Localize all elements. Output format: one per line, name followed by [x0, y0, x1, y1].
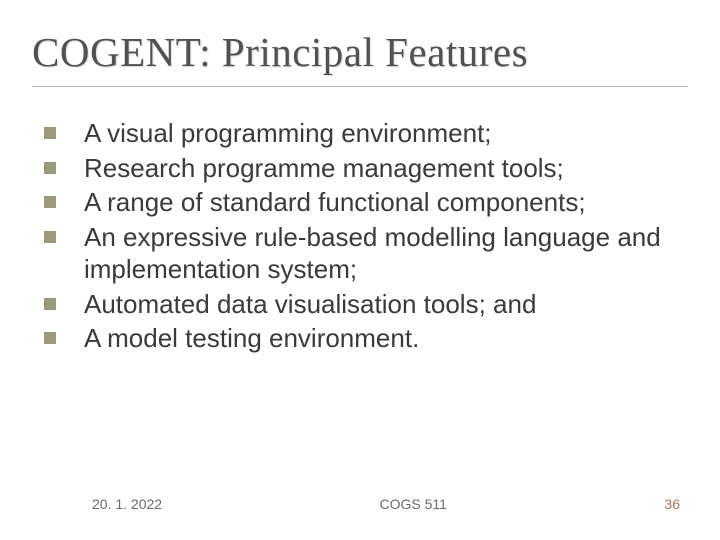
list-item: Research programme management tools;	[44, 152, 688, 185]
list-item-text: Automated data visualisation tools; and	[84, 289, 536, 319]
list-item: Automated data visualisation tools; and	[44, 288, 688, 321]
list-item-text: A visual programming environment;	[84, 118, 492, 148]
bullet-list: A visual programming environment; Resear…	[32, 117, 688, 355]
list-item-text: An expressive rule-based modelling langu…	[84, 222, 661, 285]
list-item-text: Research programme management tools;	[84, 153, 564, 183]
footer-date: 20. 1. 2022	[92, 496, 162, 512]
list-item-text: A model testing environment.	[84, 323, 419, 353]
bullet-square-icon	[44, 162, 56, 174]
bullet-square-icon	[44, 196, 56, 208]
footer-page-number: 36	[664, 496, 680, 512]
bullet-square-icon	[44, 332, 56, 344]
list-item-text: A range of standard functional component…	[84, 187, 586, 217]
list-item: An expressive rule-based modelling langu…	[44, 221, 688, 286]
slide: COGENT: Principal Features A visual prog…	[0, 0, 720, 540]
slide-title: COGENT: Principal Features	[32, 28, 688, 87]
list-item: A visual programming environment;	[44, 117, 688, 150]
footer: 20. 1. 2022 COGS 511 36	[0, 496, 720, 512]
bullet-square-icon	[44, 231, 56, 243]
bullet-square-icon	[44, 298, 56, 310]
list-item: A range of standard functional component…	[44, 186, 688, 219]
footer-center: COGS 511	[162, 496, 664, 512]
bullet-square-icon	[44, 127, 56, 139]
list-item: A model testing environment.	[44, 322, 688, 355]
